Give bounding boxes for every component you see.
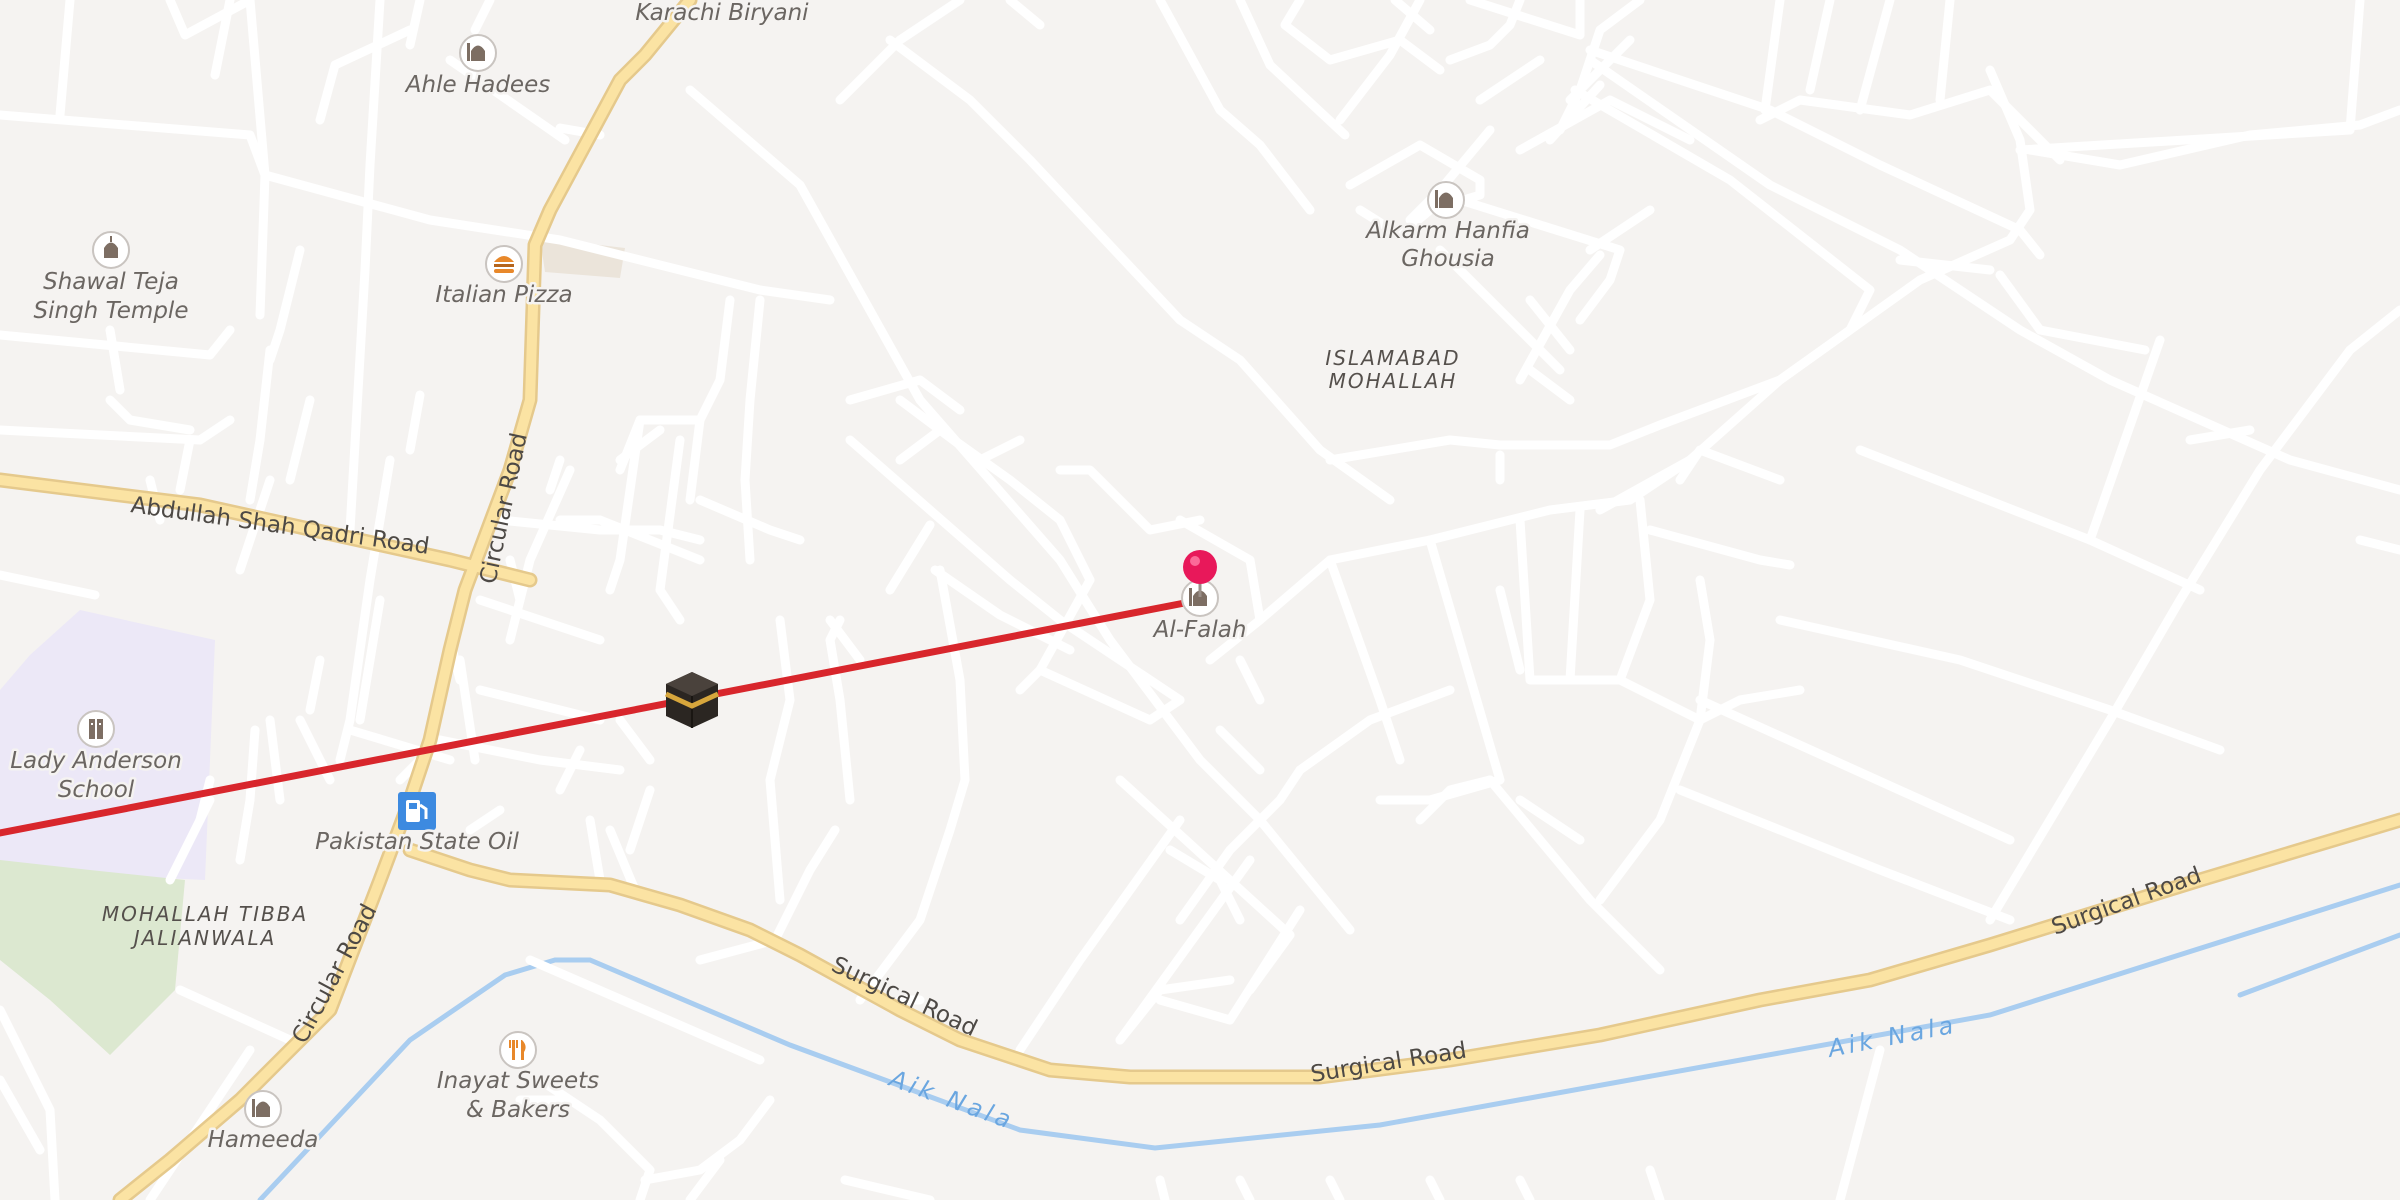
poi-inayat-sweets-bakers[interactable]: Inayat Sweets & Bakers [434,1031,602,1126]
map-base: Abdullah Shah Qadri Road Circular Road C… [0,0,2400,1200]
school-icon [77,710,115,748]
poi-label-inayat-line1: Inayat Sweets [437,1068,599,1094]
side-stream [2237,932,2400,998]
poi-ahle-hadees[interactable]: Ahle Hadees [401,34,553,101]
area-label-tibba-line2: JALIANWALA [130,926,277,950]
water-label-aik-nala-2: Aik Nala [1824,1010,1960,1063]
poi-label-lady-anderson-line2: School [58,777,135,803]
poi-alkarm-hanfia-ghousia[interactable]: Alkarm Hanfia Ghousia [1362,181,1532,275]
poi-karachi-biryani[interactable]: Karachi Biryani [633,0,812,29]
poi-label-italian-pizza: Italian Pizza [435,282,572,308]
road-label-surgical-2: Surgical Road [1309,1038,1469,1088]
poi-label-al-falah: Al-Falah [1152,617,1247,643]
poi-label-inayat-line2: & Bakers [466,1097,570,1123]
poi-label-lady-anderson-line1: Lady Anderson [10,748,182,774]
road-label-surgical-1: Surgical Road [827,952,981,1042]
road-label-circular-upper: Circular Road [475,431,532,587]
mosque-icon [244,1090,282,1128]
fuel-station-icon [398,792,436,830]
poi-label-pakistan-state-oil: Pakistan State Oil [315,829,519,855]
water-label-aik-nala-1: Aik Nala [884,1064,1018,1136]
poi-label-hameeda: Hameeda [208,1127,319,1153]
park-area [0,860,185,1055]
burger-icon [485,245,523,283]
area-label-tibba-line1: MOHALLAH TIBBA [102,902,308,926]
kaaba-icon[interactable] [664,672,720,728]
school-area [0,610,215,880]
fork-knife-icon [499,1031,537,1069]
poi-label-karachi-biryani: Karachi Biryani [635,0,809,26]
poi-label-ahle-hadees: Ahle Hadees [404,72,550,98]
mosque-icon [1427,181,1465,219]
area-label-islamabad-line2: MOHALLAH [1329,369,1458,393]
poi-shawal-teja-temple[interactable]: Shawal Teja Singh Temple [31,231,191,327]
poi-label-alkarm-line2: Ghousia [1401,246,1495,272]
temple-icon [92,231,130,269]
mosque-icon [459,34,497,72]
poi-label-shawal-teja-line2: Singh Temple [34,298,189,324]
map-canvas[interactable]: Abdullah Shah Qadri Road Circular Road C… [0,0,2400,1200]
poi-pakistan-state-oil[interactable]: Pakistan State Oil [313,792,522,858]
area-label-islamabad-line1: ISLAMABAD [1325,346,1460,370]
road-label-surgical-3: Surgical Road [2048,862,2205,940]
poi-label-shawal-teja-line1: Shawal Teja [43,269,179,295]
poi-label-alkarm-line1: Alkarm Hanfia [1364,218,1530,244]
